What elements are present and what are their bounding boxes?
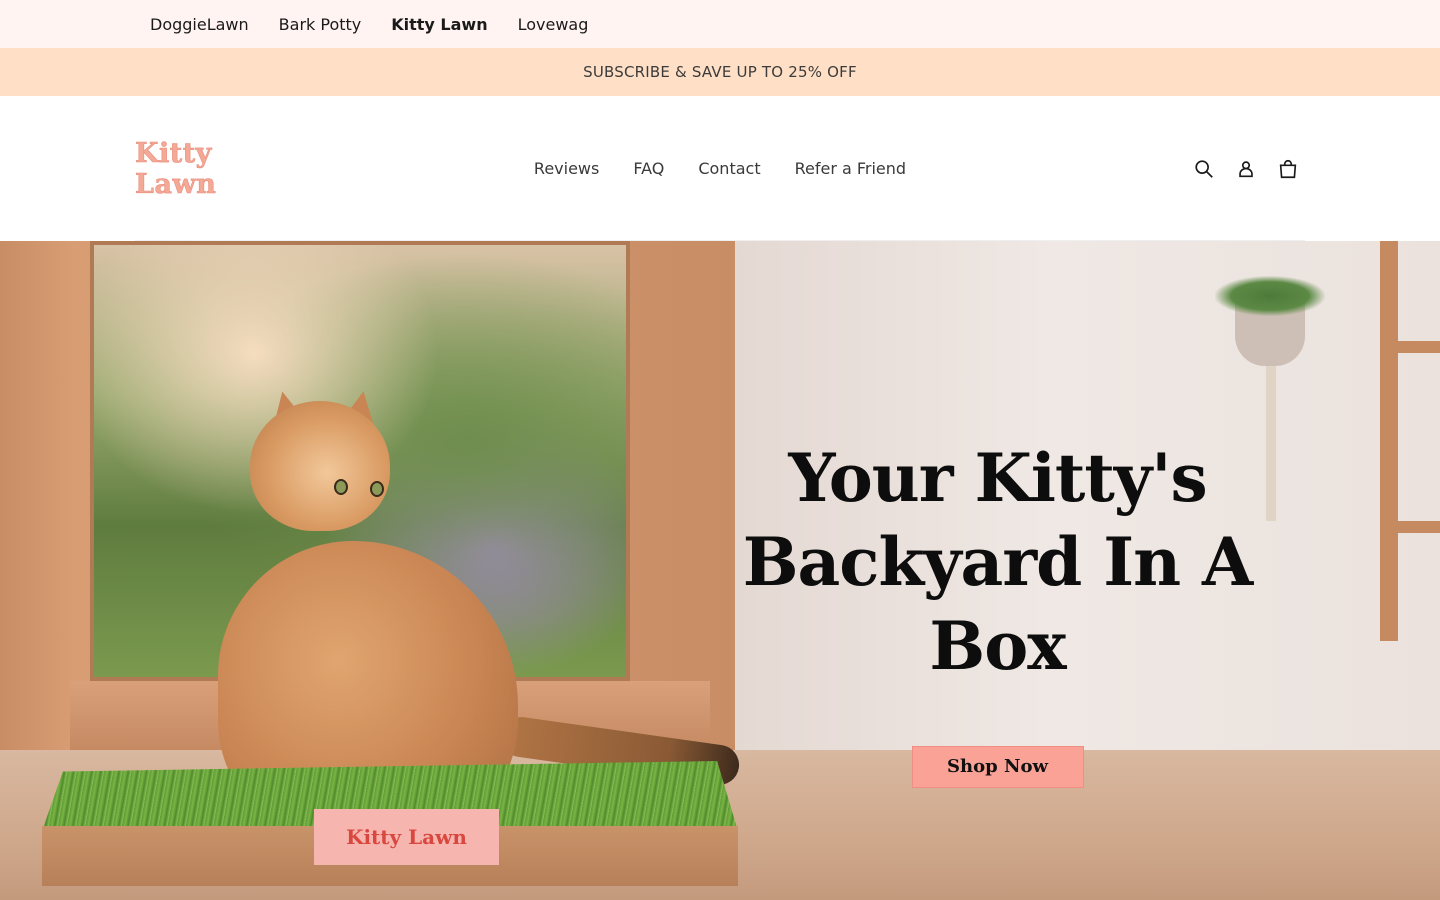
announcement-text: SUBSCRIBE & SAVE UP TO 25% OFF xyxy=(583,63,857,81)
search-icon[interactable] xyxy=(1187,152,1221,186)
cart-icon[interactable] xyxy=(1271,152,1305,186)
brand-link-kitty-lawn[interactable]: Kitty Lawn xyxy=(376,15,502,34)
shop-now-button[interactable]: Shop Now xyxy=(911,746,1084,788)
grass-litter-box: Kitty Lawn xyxy=(42,761,738,886)
nav-item-reviews[interactable]: Reviews xyxy=(517,159,616,178)
brand-link-bark-potty[interactable]: Bark Potty xyxy=(264,15,377,34)
nav-item-contact[interactable]: Contact xyxy=(681,159,777,178)
hero-text: Your Kitty's Backyard In A Box Shop Now xyxy=(720,436,1275,788)
header-icons xyxy=(1187,152,1305,186)
brand-link-lovewag[interactable]: Lovewag xyxy=(503,15,604,34)
account-icon[interactable] xyxy=(1229,152,1263,186)
announcement-bar: SUBSCRIBE & SAVE UP TO 25% OFF xyxy=(0,48,1440,96)
box-label: Kitty Lawn xyxy=(314,809,499,865)
brand-switcher-bar: DoggieLawn Bark Potty Kitty Lawn Lovewag xyxy=(0,0,1440,48)
site-logo[interactable]: Kitty Lawn xyxy=(135,137,285,200)
nav-item-refer-a-friend[interactable]: Refer a Friend xyxy=(778,159,923,178)
site-header: Kitty Lawn Reviews FAQ Contact Refer a F… xyxy=(0,96,1440,241)
hero-banner: Kitty Lawn Your Kitty's Backyard In A Bo… xyxy=(0,241,1440,900)
brand-link-doggielawn[interactable]: DoggieLawn xyxy=(135,15,264,34)
hero-title: Your Kitty's Backyard In A Box xyxy=(742,439,1254,685)
nav-item-faq[interactable]: FAQ xyxy=(616,159,681,178)
